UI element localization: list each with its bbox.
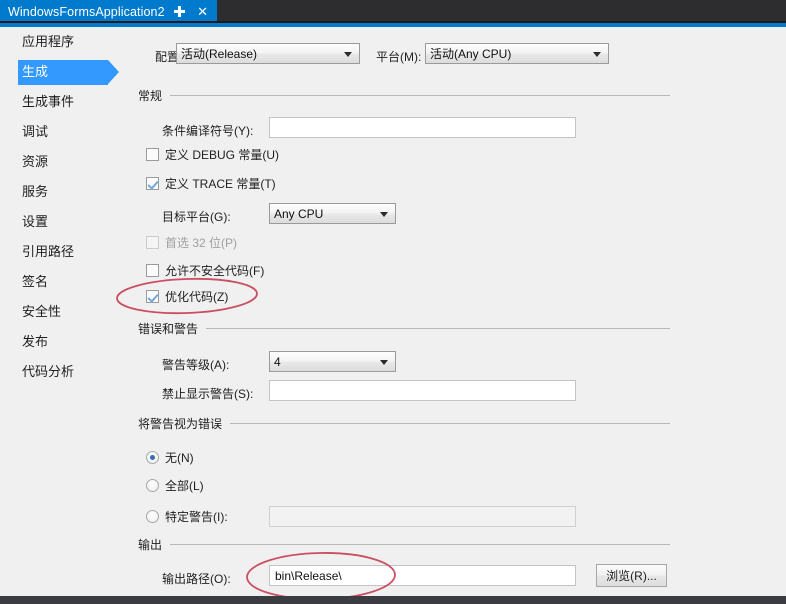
sidebar-item-label: 引用路径: [22, 244, 75, 259]
sidebar-item-debug[interactable]: 调试: [0, 117, 128, 147]
project-properties-window: WindowsFormsApplication2 ✕ 应用程序 生成 生成事件 …: [0, 0, 786, 604]
section-general: 常规: [138, 87, 670, 104]
treat-warnings-all-label: 全部(L): [165, 479, 204, 493]
define-trace-label: 定义 TRACE 常量(T): [165, 177, 276, 191]
optimize-code-checkbox[interactable]: [146, 290, 159, 303]
chevron-down-icon: [380, 359, 388, 365]
allow-unsafe-code-checkbox-row[interactable]: 允许不安全代码(F): [146, 262, 264, 279]
sidebar-item-label: 服务: [22, 184, 49, 199]
suppress-warnings-input[interactable]: [269, 380, 576, 401]
sidebar-item-security[interactable]: 安全性: [0, 297, 128, 327]
sidebar-item-label: 资源: [22, 154, 49, 169]
target-platform-value: Any CPU: [274, 206, 324, 221]
warning-level-label: 警告等级(A):: [162, 358, 230, 372]
treat-warnings-specific-radio-row[interactable]: 特定警告(I):: [146, 508, 228, 525]
browse-button[interactable]: 浏览(R)...: [596, 564, 667, 587]
sidebar-item-reference-paths[interactable]: 引用路径: [0, 237, 128, 267]
section-output: 输出: [138, 536, 670, 553]
platform-value: 活动(Any CPU): [430, 47, 512, 61]
define-debug-label: 定义 DEBUG 常量(U): [165, 148, 280, 162]
allow-unsafe-code-label: 允许不安全代码(F): [165, 264, 265, 278]
allow-unsafe-code-checkbox[interactable]: [146, 264, 159, 277]
optimize-code-checkbox-row[interactable]: 优化代码(Z): [146, 288, 228, 305]
conditional-symbols-label: 条件编译符号(Y):: [162, 124, 254, 138]
sidebar-item-build[interactable]: 生成: [0, 57, 128, 87]
warning-level-dropdown[interactable]: 4: [269, 351, 396, 372]
tab-label: WindowsFormsApplication2: [8, 4, 165, 19]
treat-warnings-none-radio-row[interactable]: 无(N): [146, 449, 194, 466]
platform-dropdown[interactable]: 活动(Any CPU): [425, 43, 609, 64]
prefer-32bit-checkbox: [146, 236, 159, 249]
sidebar-item-label: 签名: [22, 274, 49, 289]
sidebar-item-label: 调试: [22, 124, 49, 139]
define-debug-checkbox[interactable]: [146, 148, 159, 161]
treat-warnings-all-radio-row[interactable]: 全部(L): [146, 477, 204, 494]
define-trace-checkbox[interactable]: [146, 177, 159, 190]
section-output-rule: [170, 544, 670, 545]
target-platform-label: 目标平台(G):: [162, 210, 231, 224]
configuration-value: 活动(Release): [181, 47, 258, 61]
section-errors-warnings: 错误和警告: [138, 320, 670, 337]
sidebar-item-services[interactable]: 服务: [0, 177, 128, 207]
build-settings-panel: 配置(C): 活动(Release) 平台(M): 活动(Any CPU) 常规…: [128, 27, 786, 596]
prefer-32bit-label: 首选 32 位(P): [165, 236, 238, 250]
section-treat-warnings-label: 将警告视为错误: [138, 417, 223, 431]
sidebar-item-label: 发布: [22, 334, 49, 349]
conditional-symbols-input[interactable]: [269, 117, 576, 138]
treat-warnings-specific-radio[interactable]: [146, 510, 159, 523]
define-debug-checkbox-row[interactable]: 定义 DEBUG 常量(U): [146, 146, 279, 163]
sidebar: 应用程序 生成 生成事件 调试 资源 服务 设置 引用路径 签名 安全性 发布 …: [0, 27, 128, 596]
chevron-down-icon: [593, 51, 601, 57]
sidebar-item-label: 生成事件: [22, 94, 75, 109]
section-errors-warnings-label: 错误和警告: [138, 322, 199, 336]
specific-warnings-input[interactable]: [269, 506, 576, 527]
output-path-label: 输出路径(O):: [162, 572, 231, 586]
section-treat-warnings-as-errors: 将警告视为错误: [138, 415, 670, 432]
section-general-label: 常规: [138, 89, 163, 103]
section-output-label: 输出: [138, 538, 163, 552]
optimize-code-label: 优化代码(Z): [165, 290, 229, 304]
tab-windowsformsapplication2[interactable]: WindowsFormsApplication2 ✕: [0, 0, 217, 23]
treat-warnings-none-radio[interactable]: [146, 451, 159, 464]
define-trace-checkbox-row[interactable]: 定义 TRACE 常量(T): [146, 175, 276, 192]
section-errors-warnings-rule: [206, 328, 670, 329]
target-platform-dropdown[interactable]: Any CPU: [269, 203, 396, 224]
treat-warnings-specific-label: 特定警告(I):: [165, 510, 228, 524]
sidebar-item-label: 设置: [22, 214, 49, 229]
sidebar-item-label: 代码分析: [22, 364, 75, 379]
pin-icon[interactable]: [172, 4, 188, 20]
sidebar-item-label: 生成: [22, 64, 49, 79]
platform-label: 平台(M):: [376, 50, 422, 64]
sidebar-item-build-events[interactable]: 生成事件: [0, 87, 128, 117]
section-general-rule: [170, 95, 670, 96]
treat-warnings-none-label: 无(N): [165, 451, 194, 465]
sidebar-item-code-analysis[interactable]: 代码分析: [0, 357, 128, 387]
sidebar-item-resources[interactable]: 资源: [0, 147, 128, 177]
chevron-down-icon: [344, 51, 352, 57]
bottom-strip: [0, 596, 786, 604]
output-path-input[interactable]: bin\Release\: [269, 565, 576, 586]
sidebar-selection-arrow-icon: [108, 60, 119, 84]
sidebar-item-label: 安全性: [22, 304, 62, 319]
titlebar: WindowsFormsApplication2 ✕: [0, 0, 786, 23]
treat-warnings-all-radio[interactable]: [146, 479, 159, 492]
chevron-down-icon: [380, 211, 388, 217]
close-icon[interactable]: ✕: [195, 4, 211, 20]
sidebar-item-publish[interactable]: 发布: [0, 327, 128, 357]
sidebar-item-settings[interactable]: 设置: [0, 207, 128, 237]
warning-level-value: 4: [274, 354, 281, 369]
browse-button-label: 浏览(R)...: [606, 569, 657, 583]
suppress-warnings-label: 禁止显示警告(S):: [162, 387, 254, 401]
sidebar-item-signing[interactable]: 签名: [0, 267, 128, 297]
sidebar-item-label: 应用程序: [22, 34, 75, 49]
section-treat-warnings-rule: [230, 423, 670, 424]
sidebar-item-application[interactable]: 应用程序: [0, 27, 128, 57]
prefer-32bit-checkbox-row: 首选 32 位(P): [146, 234, 237, 251]
output-path-value: bin\Release\: [275, 568, 342, 583]
configuration-dropdown[interactable]: 活动(Release): [176, 43, 360, 64]
